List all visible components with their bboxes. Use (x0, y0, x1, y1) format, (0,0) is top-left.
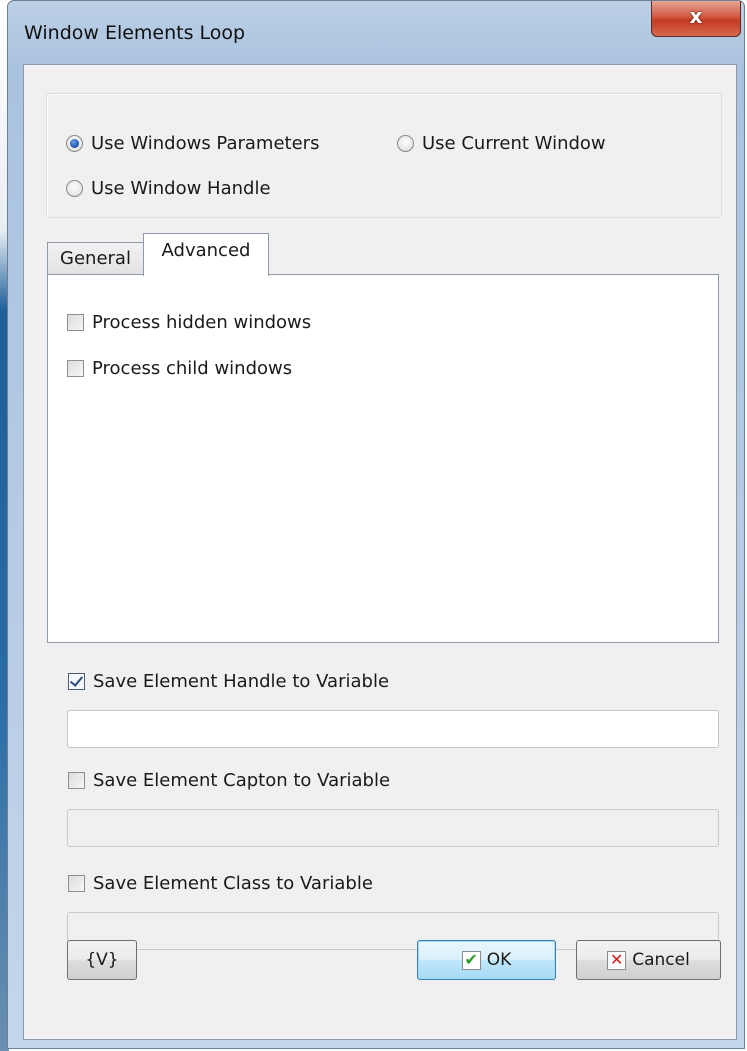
mode-group: Use Windows Parameters Use Current Windo… (46, 93, 722, 218)
dialog-client-area: Use Windows Parameters Use Current Windo… (23, 64, 737, 1040)
checkmark-icon: ✔ (461, 950, 481, 970)
checkbox[interactable] (67, 314, 84, 331)
process-hidden-windows-option[interactable]: Process hidden windows (67, 312, 311, 333)
save-class-option[interactable]: Save Element Class to Variable (68, 873, 373, 894)
save-handle-option[interactable]: Save Element Handle to Variable (68, 671, 389, 692)
checkbox-label: Save Element Capton to Variable (93, 770, 391, 791)
checkbox-label: Save Element Handle to Variable (93, 671, 390, 692)
radio-button[interactable] (66, 135, 83, 152)
checkbox[interactable] (68, 673, 85, 690)
handle-variable-input[interactable] (67, 710, 719, 748)
process-child-windows-option[interactable]: Process child windows (67, 358, 292, 379)
checkbox[interactable] (68, 875, 85, 892)
dialog-window: Window Elements Loop x Use Windows Param… (7, 0, 745, 1049)
ok-button[interactable]: ✔ OK (417, 940, 556, 980)
tab-advanced[interactable]: Advanced (143, 233, 269, 276)
caption-variable-input (67, 809, 719, 847)
cancel-button-label: Cancel (632, 950, 690, 970)
checkbox[interactable] (67, 360, 84, 377)
advanced-tab-panel: Process hidden windows Process child win… (47, 274, 719, 643)
red-x-icon: ✕ (607, 950, 627, 970)
ok-button-label: OK (486, 950, 512, 970)
variables-button-label: {V} (85, 950, 119, 970)
checkbox-label: Save Element Class to Variable (93, 873, 373, 894)
variables-button[interactable]: {V} (67, 940, 137, 980)
radio-use-windows-parameters[interactable]: Use Windows Parameters (66, 133, 319, 154)
save-caption-option[interactable]: Save Element Capton to Variable (68, 770, 390, 791)
window-title: Window Elements Loop (24, 22, 246, 44)
radio-label: Use Window Handle (91, 178, 271, 199)
checkbox[interactable] (68, 772, 85, 789)
radio-button[interactable] (397, 135, 414, 152)
checkbox-label: Process child windows (92, 358, 293, 379)
radio-label: Use Windows Parameters (91, 133, 320, 154)
tab-general[interactable]: General (47, 242, 144, 275)
radio-use-current-window[interactable]: Use Current Window (397, 133, 606, 154)
radio-button[interactable] (66, 180, 83, 197)
radio-label: Use Current Window (422, 133, 606, 154)
radio-use-window-handle[interactable]: Use Window Handle (66, 178, 271, 199)
cancel-button[interactable]: ✕ Cancel (576, 940, 721, 980)
close-button[interactable]: x (651, 1, 741, 37)
checkbox-label: Process hidden windows (92, 312, 312, 333)
